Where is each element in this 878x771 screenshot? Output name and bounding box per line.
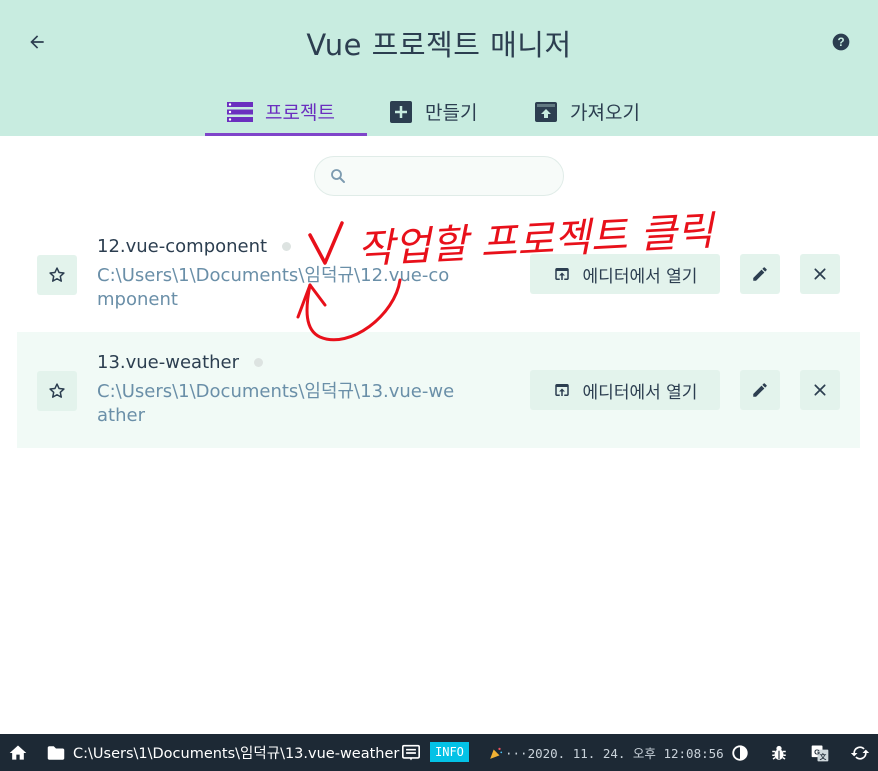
tab-label: 프로젝트 <box>265 102 335 124</box>
help-circle-icon: ? <box>832 33 850 51</box>
header: Vue 프로젝트 매니저 ? 프로젝트 만들기 가져오기 <box>0 0 878 136</box>
folder-icon <box>47 745 65 760</box>
search-box[interactable] <box>314 156 564 196</box>
edit-button[interactable] <box>740 254 780 294</box>
help-button[interactable]: ? <box>826 27 856 57</box>
contrast-icon <box>732 744 748 761</box>
tab-label: 만들기 <box>425 102 478 124</box>
tab-create[interactable]: 만들기 <box>367 88 512 135</box>
favorite-button[interactable] <box>37 371 77 411</box>
tab-import[interactable]: 가져오기 <box>512 88 682 135</box>
svg-text:文: 文 <box>820 751 827 760</box>
unarchive-icon <box>534 100 558 124</box>
pencil-icon <box>753 383 767 397</box>
star-outline-icon <box>49 267 65 282</box>
info-badge: INFO <box>430 742 469 762</box>
current-folder[interactable]: C:\Users\1\Documents\임덕규\13.vue-weather <box>47 734 399 771</box>
close-icon <box>814 384 826 396</box>
add-box-icon <box>389 100 413 124</box>
project-row[interactable]: 12.vue-component C:\Users\1\Documents\임덕… <box>17 216 860 332</box>
status-dot <box>282 242 292 251</box>
refresh-icon <box>850 745 870 760</box>
delete-button[interactable] <box>800 370 840 410</box>
project-path: C:\Users\1\Documents\임덕규\12.vue-componen… <box>97 265 450 310</box>
close-icon <box>814 268 826 280</box>
bug-icon <box>772 745 786 760</box>
current-folder-path: C:\Users\1\Documents\임덕규\13.vue-weather <box>73 746 400 762</box>
svg-text:?: ? <box>837 36 844 49</box>
status-dot <box>254 358 264 367</box>
edit-button[interactable] <box>740 370 780 410</box>
party-popper-icon <box>489 734 503 771</box>
search-icon <box>331 169 345 183</box>
favorite-button[interactable] <box>37 255 77 295</box>
tab-projects[interactable]: 프로젝트 <box>205 88 367 136</box>
project-name: 12.vue-component <box>97 236 292 257</box>
star-outline-icon <box>49 383 65 398</box>
list-icon <box>227 101 253 123</box>
open-in-browser-icon <box>553 265 571 283</box>
refresh-button[interactable] <box>848 734 872 771</box>
page-title: Vue 프로젝트 매니저 <box>306 28 572 62</box>
home-icon <box>9 745 27 760</box>
dark-mode-toggle[interactable] <box>728 734 752 771</box>
status-bar: C:\Users\1\Documents\임덕규\13.vue-weather … <box>0 734 878 771</box>
project-name-text: 13.vue-weather <box>97 352 240 373</box>
project-name-text: 12.vue-component <box>97 236 268 257</box>
tab-label: 가져오기 <box>570 102 640 124</box>
report-bug-button[interactable] <box>767 734 791 771</box>
open-in-editor-label: 에디터에서 열기 <box>582 382 698 403</box>
translate-icon: G文 <box>811 745 829 761</box>
project-path: C:\Users\1\Documents\임덕규\13.vue-weather <box>97 381 455 426</box>
open-in-editor-label: 에디터에서 열기 <box>582 266 698 287</box>
pencil-icon <box>753 267 767 281</box>
open-in-browser-icon <box>553 381 571 399</box>
translate-button[interactable]: G文 <box>808 734 832 771</box>
open-in-editor-button[interactable]: 에디터에서 열기 <box>530 370 720 410</box>
project-row[interactable]: 13.vue-weather C:\Users\1\Documents\임덕규\… <box>17 332 860 448</box>
open-in-editor-button[interactable]: 에디터에서 열기 <box>530 254 720 294</box>
message-icon <box>402 744 420 760</box>
vue-project-manager: Vue 프로젝트 매니저 ? 프로젝트 만들기 가져오기 12.vue-comp… <box>0 0 878 771</box>
delete-button[interactable] <box>800 254 840 294</box>
search-input[interactable] <box>357 167 547 185</box>
console-log-button[interactable] <box>400 734 422 771</box>
home-button[interactable] <box>6 734 30 771</box>
tab-bar: 프로젝트 만들기 가져오기 <box>205 88 682 136</box>
status-message: ···2020. 11. 24. 오후 12:08:56 <box>505 746 724 761</box>
project-name: 13.vue-weather <box>97 352 264 373</box>
